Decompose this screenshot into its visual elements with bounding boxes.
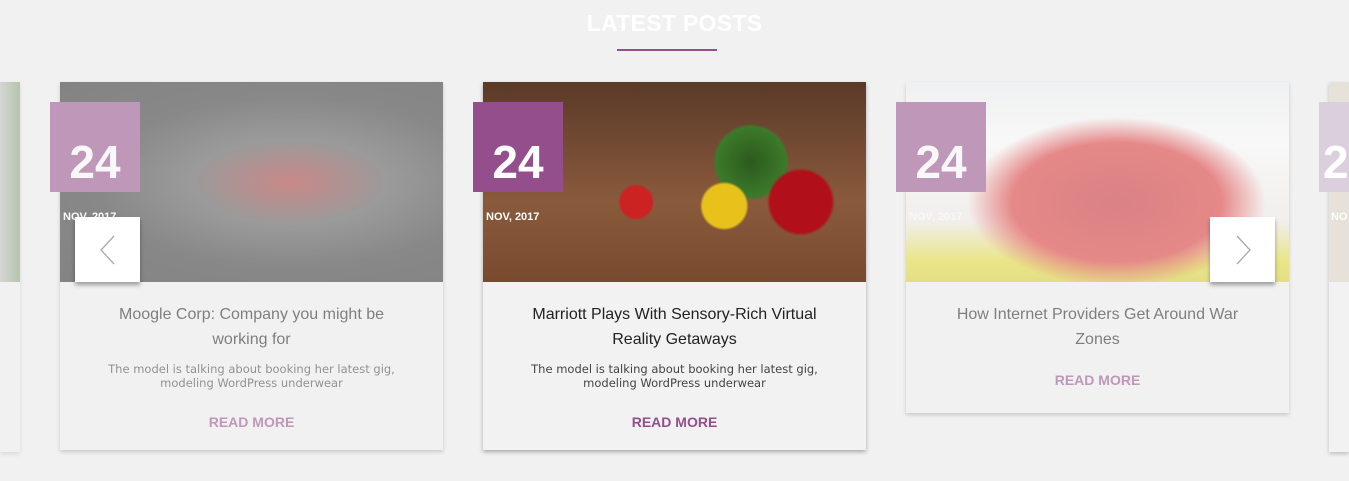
date-day: 2 <box>1319 102 1349 192</box>
date-day: 24 <box>473 102 563 192</box>
post-title[interactable]: Marriott Plays With Sensory-Rich Virtual… <box>513 302 836 352</box>
date-month: NOV, 2017 <box>486 211 540 223</box>
post-title[interactable]: Moogle Corp: Company you might be workin… <box>90 302 413 352</box>
section-title: LATEST POSTS <box>586 10 763 36</box>
read-more-link[interactable]: READ MORE <box>1055 372 1141 388</box>
post-excerpt: The model is talking about booking her l… <box>531 362 818 390</box>
read-more-link[interactable]: READ MORE <box>209 414 295 430</box>
date-month: NOV, 2017 <box>909 211 963 223</box>
date-month: NO <box>1331 211 1348 223</box>
date-day: 24 <box>50 102 140 192</box>
chevron-left-icon <box>99 235 114 264</box>
post-excerpt: The model is talking about booking her l… <box>108 362 395 390</box>
post-card[interactable]: 24 NOV, 2017 Marriott Plays With Sensory… <box>473 82 866 450</box>
read-more-link[interactable]: READ MORE <box>632 414 718 430</box>
post-image[interactable]: 24 NOV, 2017 <box>473 82 866 282</box>
prev-arrow-button[interactable] <box>75 217 140 282</box>
chevron-right-icon <box>1236 235 1251 264</box>
post-title[interactable]: How Internet Providers Get Around War Zo… <box>936 302 1259 352</box>
partial-card-right[interactable]: 2 NO <box>1319 82 1349 452</box>
partial-card-left[interactable] <box>0 82 20 452</box>
title-underline <box>617 49 717 51</box>
date-day: 24 <box>896 102 986 192</box>
next-arrow-button[interactable] <box>1210 217 1275 282</box>
